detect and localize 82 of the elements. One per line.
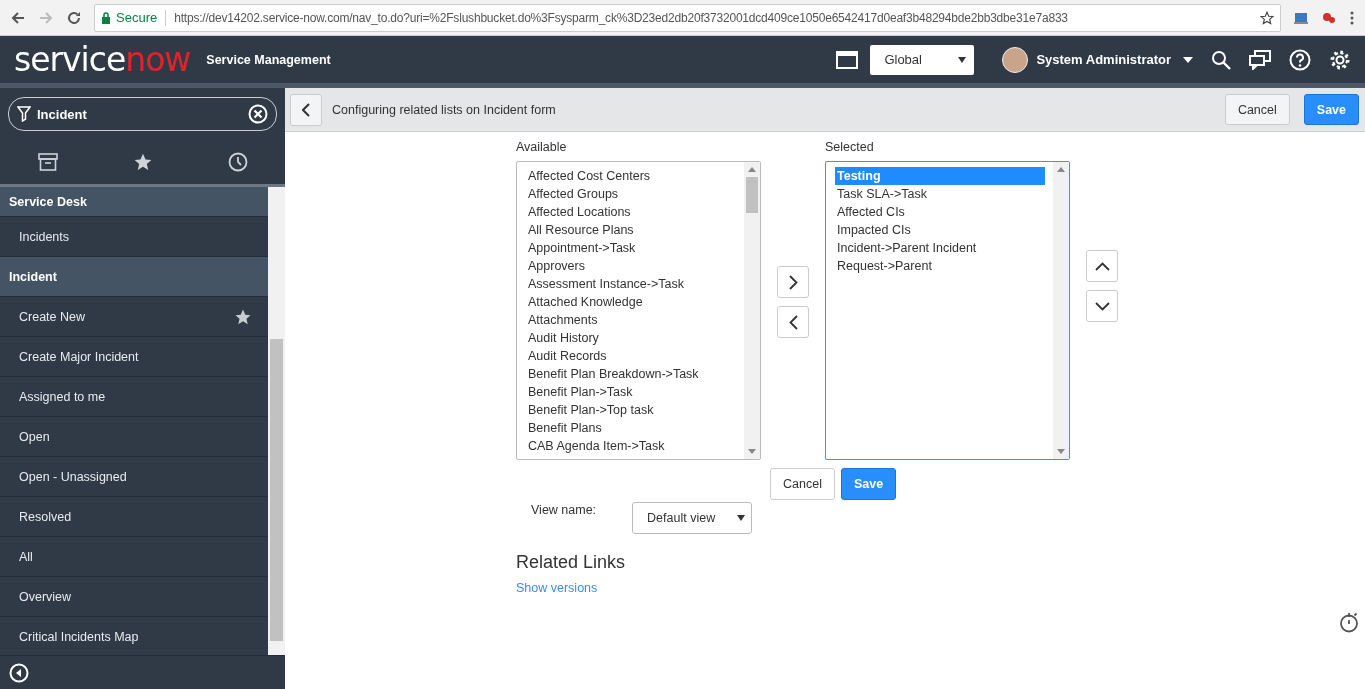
scrollbar[interactable] [1053, 162, 1069, 459]
list-option[interactable]: Benefit Plan Breakdown->Task [526, 365, 736, 383]
list-option[interactable]: All Resource Plans [526, 221, 736, 239]
list-option[interactable]: Benefit Plans [526, 419, 736, 437]
collapse-icon[interactable] [9, 662, 29, 683]
remove-button[interactable] [777, 306, 809, 338]
move-up-button[interactable] [1086, 250, 1118, 282]
menu-section[interactable]: Incident [0, 257, 268, 297]
address-field[interactable]: Secure https://dev14202.service-now.com/nav_to.do?uri=%2Fslushbucket.do%3Fsysparm_ck%3D23ed2db20f3732001dcd409ce1050e6542417d0eaf3b48294bde2bb3dbe31e7a833 [94, 3, 1281, 32]
list-option[interactable]: Affected CIs [835, 203, 1045, 221]
menu-icon[interactable] [1349, 9, 1355, 26]
scroll-down-icon[interactable] [1057, 449, 1065, 454]
caret-icon[interactable] [1183, 56, 1193, 63]
scrollbar-thumb[interactable] [270, 339, 283, 641]
back-icon[interactable] [10, 9, 26, 26]
scroll-down-icon[interactable] [748, 449, 756, 454]
avatar[interactable] [1002, 46, 1029, 73]
list-option[interactable]: Request->Parent [835, 257, 1045, 275]
chevron-down-icon [1094, 301, 1110, 311]
form-title: Configuring related lists on Incident form [332, 102, 556, 117]
chevron-left-icon [302, 102, 310, 117]
cancel-button[interactable]: Cancel [1224, 94, 1290, 125]
list-option[interactable]: Benefit Plan->Task [526, 383, 736, 401]
scrollbar[interactable] [268, 187, 285, 655]
star-icon[interactable] [132, 152, 153, 172]
scrollbar[interactable] [744, 162, 760, 459]
list-option[interactable]: Affected Groups [526, 185, 736, 203]
add-button[interactable] [777, 266, 809, 298]
user-menu[interactable]: System Administrator [1036, 52, 1171, 67]
product-name: Service Management [206, 52, 331, 67]
chevron-up-icon [1094, 261, 1110, 271]
archive-icon[interactable] [37, 153, 58, 171]
scrollbar-thumb[interactable] [746, 177, 758, 213]
help-icon[interactable] [1289, 48, 1311, 71]
back-button[interactable] [290, 93, 322, 126]
reload-icon[interactable] [66, 9, 82, 26]
list-option[interactable]: Assessment Instance->Task [526, 275, 736, 293]
search-icon[interactable] [1211, 49, 1231, 70]
chevron-left-icon [788, 314, 798, 330]
move-down-button[interactable] [1086, 290, 1118, 322]
list-option[interactable]: Incident->Parent Incident [835, 239, 1045, 257]
url-text: https://dev14202.service-now.com/nav_to.do?uri=%2Fslushbucket.do%3Fsysparm_ck%3D23ed2db20f3732001dcd409ce1050e6542417d0eaf3b48294bde2bb3dbe31e7a833 [174, 10, 1069, 25]
logo[interactable]: servicenow [14, 43, 191, 76]
chat-icon[interactable] [1249, 49, 1271, 70]
scroll-up-icon[interactable] [1057, 167, 1065, 172]
cancel-button[interactable]: Cancel [770, 468, 835, 500]
window-icon[interactable] [836, 50, 859, 69]
list-option[interactable]: Affected Locations [526, 203, 736, 221]
list-option[interactable]: Attachments [526, 311, 736, 329]
lock-icon [101, 11, 111, 24]
scroll-up-icon[interactable] [748, 167, 756, 172]
caret-icon [958, 56, 967, 63]
settings-icon[interactable] [1329, 48, 1351, 71]
list-option[interactable]: Audit History [526, 329, 736, 347]
menu-section[interactable]: Service Desk [0, 187, 268, 217]
view-name-label: View name: [531, 503, 597, 517]
view-dropdown[interactable]: Default view [632, 502, 753, 534]
selected-list[interactable]: Testing Task SLA->Task Affected CIs Impacted CIs Incident->Parent Incident Request->Parent [825, 161, 1070, 460]
list-option[interactable]: Audit Records [526, 347, 736, 365]
list-option[interactable]: Task SLA->Task [835, 185, 1045, 203]
list-option[interactable]: Impacted CIs [835, 221, 1045, 239]
filter-icon [17, 106, 31, 122]
stopwatch-icon[interactable] [1339, 611, 1359, 633]
scope-dropdown[interactable]: Global [870, 44, 975, 75]
caret-icon [737, 515, 746, 521]
section-heading: Related Links [516, 552, 627, 573]
list-option[interactable]: Approvers [526, 257, 736, 275]
secure-label: Secure [116, 10, 158, 25]
list-option[interactable]: Affected Cost Centers [526, 167, 736, 185]
list-option[interactable]: CAB Agenda Item->Task [526, 437, 736, 455]
list-label: Selected [825, 140, 875, 154]
list-label: Available [516, 140, 568, 154]
available-list[interactable] [516, 161, 761, 460]
filter-field[interactable]: Incident [8, 97, 277, 131]
list-option[interactable]: Attached Knowledge [526, 293, 736, 311]
show-versions-link[interactable]: Show versions [516, 581, 598, 595]
chevron-right-icon [788, 274, 798, 290]
clear-icon[interactable] [248, 104, 268, 124]
list-option[interactable]: Appointment->Task [526, 239, 736, 257]
star-icon[interactable] [1260, 10, 1274, 25]
list-option[interactable]: Benefit Plan->Top task [526, 401, 736, 419]
clock-icon[interactable] [227, 152, 248, 172]
